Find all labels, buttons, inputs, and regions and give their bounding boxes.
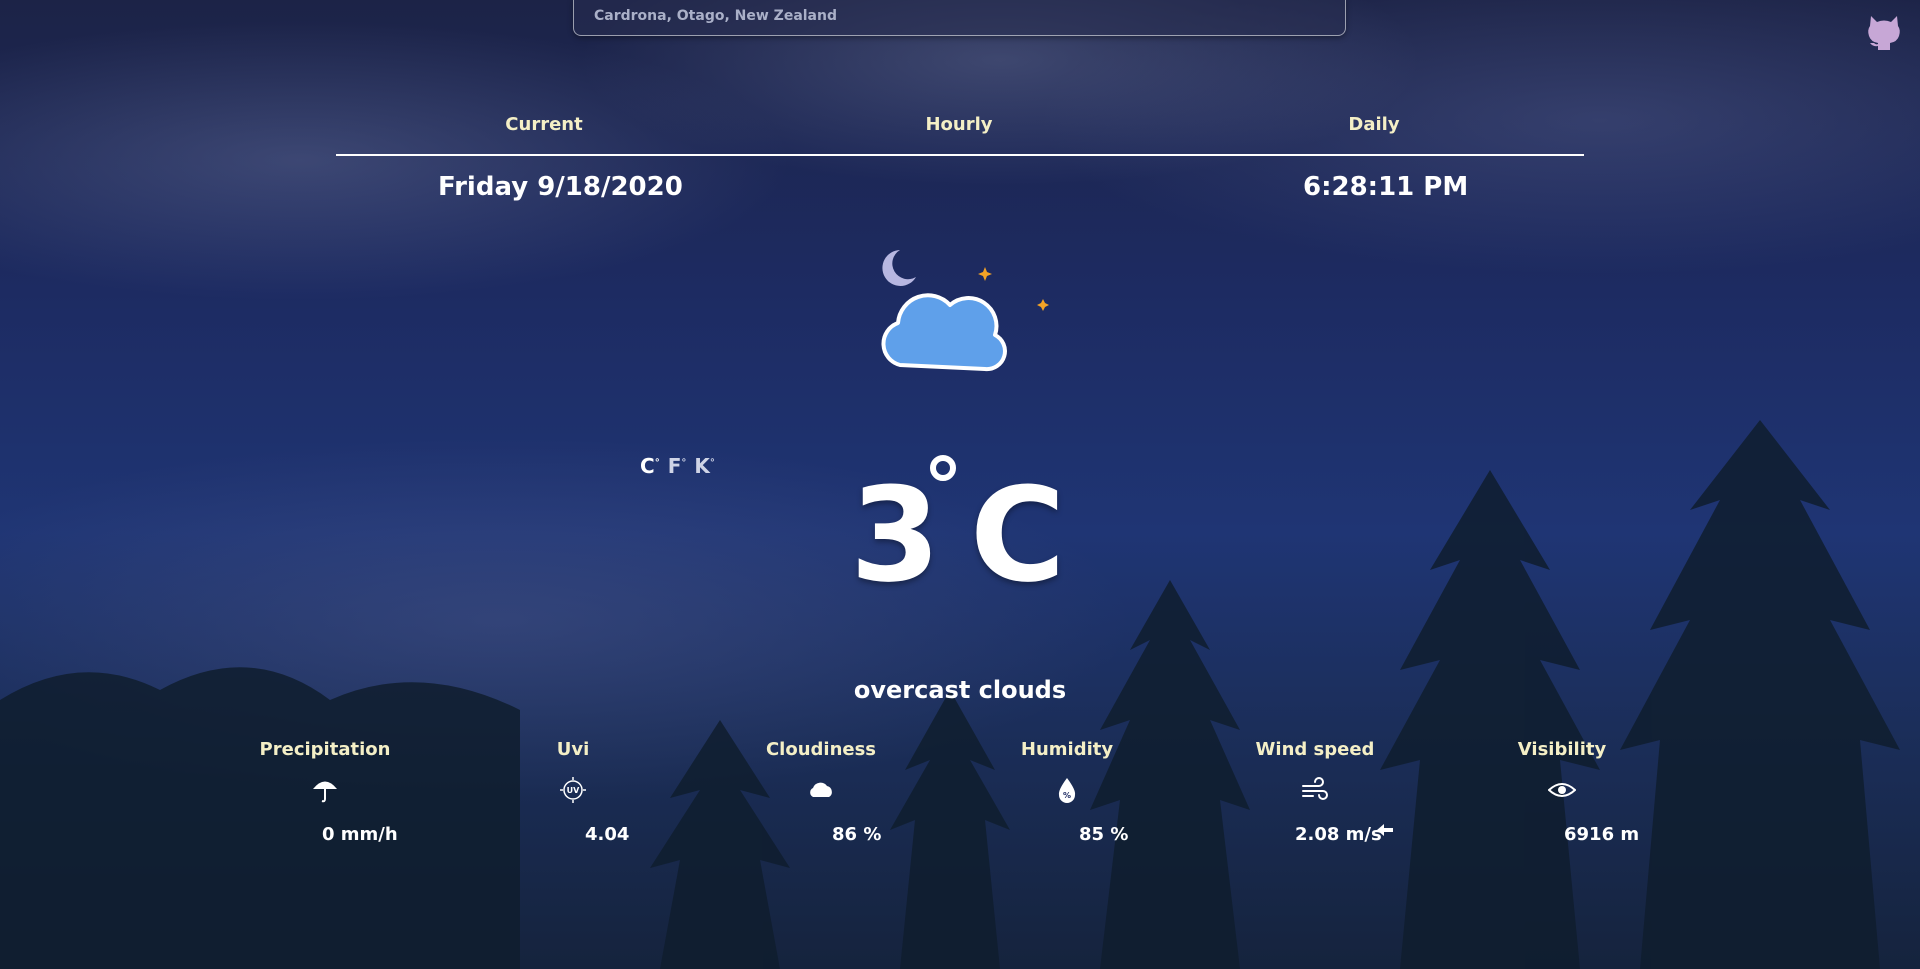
svg-text:%: % bbox=[1063, 791, 1071, 800]
location-search-input[interactable] bbox=[592, 2, 1326, 30]
stat-uvi: Uvi UV 4.04 bbox=[463, 736, 683, 845]
wind-icon bbox=[1302, 777, 1328, 800]
github-octocat-icon[interactable] bbox=[1866, 12, 1902, 52]
stat-label: Precipitation bbox=[259, 739, 391, 760]
humidity-drop-icon: % bbox=[1058, 778, 1076, 803]
weather-stats: Precipitation 0 mm/h Uvi UV 4.04 Cloudin… bbox=[0, 736, 1920, 856]
stat-label: Wind speed bbox=[1255, 739, 1375, 760]
temperature-value: 3 bbox=[850, 459, 941, 611]
temperature-unit: C bbox=[970, 459, 1066, 611]
tab-hourly[interactable]: Hourly bbox=[925, 114, 992, 135]
current-time: 6:28:11 PM bbox=[1303, 172, 1469, 202]
weather-description: overcast clouds bbox=[853, 676, 1067, 704]
tab-daily[interactable]: Daily bbox=[1348, 114, 1399, 135]
stat-value: 86 % bbox=[832, 824, 882, 845]
stat-humidity: Humidity % 85 % bbox=[957, 736, 1177, 845]
degree-symbol bbox=[930, 455, 956, 481]
unit-kelvin[interactable]: K° bbox=[694, 454, 715, 478]
stat-cloudiness: Cloudiness 86 % bbox=[711, 736, 931, 845]
unit-switcher: C° F° K° bbox=[640, 454, 715, 478]
svg-text:UV: UV bbox=[567, 786, 580, 795]
stat-label: Visibility bbox=[1517, 739, 1607, 760]
cloud-icon bbox=[810, 782, 832, 797]
unit-celsius[interactable]: C° bbox=[640, 454, 660, 478]
stat-value: 6916 m bbox=[1564, 824, 1640, 845]
uv-icon: UV bbox=[560, 777, 586, 803]
stat-value: 0 mm/h bbox=[322, 824, 398, 845]
tab-current[interactable]: Current bbox=[505, 114, 582, 135]
stat-label: Humidity bbox=[1020, 739, 1114, 760]
current-temperature: 3 C bbox=[850, 455, 1070, 615]
unit-fahrenheit[interactable]: F° bbox=[668, 454, 687, 478]
stat-wind-speed: Wind speed 2.08 m/s bbox=[1205, 736, 1425, 845]
current-date: Friday 9/18/2020 bbox=[438, 172, 683, 202]
stat-precipitation: Precipitation 0 mm/h bbox=[215, 736, 435, 845]
eye-icon bbox=[1547, 783, 1577, 797]
stat-visibility: Visibility 6916 m bbox=[1452, 736, 1672, 845]
wind-direction-arrow-icon bbox=[1377, 824, 1393, 836]
umbrella-icon bbox=[313, 781, 337, 803]
stat-label: Cloudiness bbox=[765, 739, 877, 760]
stat-label: Uvi bbox=[556, 739, 590, 760]
stat-value: 4.04 bbox=[585, 824, 630, 845]
forecast-tabs: Current Hourly Daily bbox=[336, 108, 1584, 156]
stat-value: 85 % bbox=[1079, 824, 1129, 845]
stat-value: 2.08 m/s bbox=[1295, 824, 1382, 845]
partly-cloudy-night-icon bbox=[881, 250, 1049, 372]
location-search[interactable] bbox=[573, 0, 1346, 36]
